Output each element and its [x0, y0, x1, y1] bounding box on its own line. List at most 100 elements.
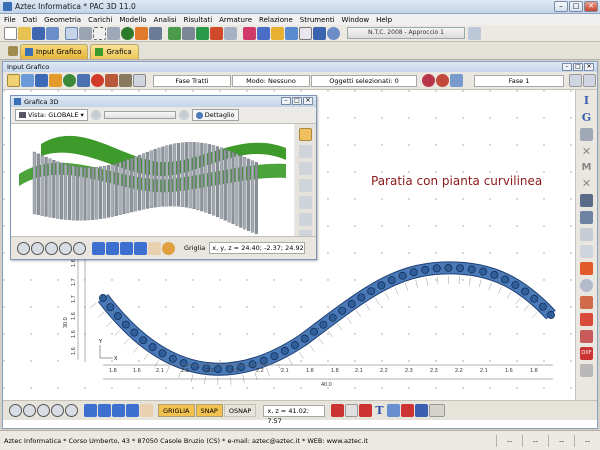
- pile[interactable]: [521, 287, 530, 296]
- m-icon[interactable]: M: [582, 162, 592, 173]
- pile[interactable]: [259, 356, 268, 365]
- pan-up-icon[interactable]: [112, 404, 125, 417]
- open-folder-icon[interactable]: [18, 26, 31, 40]
- pile[interactable]: [214, 365, 222, 374]
- refresh-icon[interactable]: [90, 110, 101, 120]
- rebar-icon[interactable]: [271, 26, 284, 40]
- vista-dropdown[interactable]: Vista: GLOBALE ▾: [15, 109, 88, 121]
- g3d-maximize-button[interactable]: □: [292, 97, 302, 105]
- menu-risultati[interactable]: Risultati: [184, 16, 213, 24]
- report-icon[interactable]: [299, 26, 312, 40]
- menu-file[interactable]: File: [4, 16, 16, 24]
- dxf-export-icon[interactable]: [331, 404, 345, 417]
- segment-icon[interactable]: [105, 74, 118, 87]
- pile[interactable]: [106, 303, 115, 312]
- tab-menu-icon[interactable]: [8, 46, 18, 56]
- pile[interactable]: [347, 300, 356, 308]
- ntc-selector[interactable]: N.T.C. 2008 - Approccio 1: [347, 27, 465, 39]
- pile[interactable]: [501, 275, 510, 284]
- pile[interactable]: [456, 264, 465, 273]
- pile[interactable]: [168, 354, 177, 363]
- g3d-close-button[interactable]: ✕: [303, 97, 313, 105]
- pan-right-icon[interactable]: [98, 404, 111, 417]
- pile[interactable]: [280, 347, 289, 355]
- pile[interactable]: [387, 276, 396, 285]
- load-icon[interactable]: [168, 26, 181, 40]
- play-icon[interactable]: [178, 110, 189, 120]
- layer-icon[interactable]: [49, 74, 62, 87]
- menu-dati[interactable]: Dati: [23, 16, 37, 24]
- menu-relazione[interactable]: Relazione: [259, 16, 293, 24]
- pile[interactable]: [113, 312, 122, 320]
- menu-analisi[interactable]: Analisi: [154, 16, 177, 24]
- new-file-icon[interactable]: [4, 26, 17, 40]
- point-icon[interactable]: [91, 74, 104, 87]
- griglia-toggle[interactable]: GRIGLIA: [158, 404, 195, 417]
- g3d-orbit-icon[interactable]: [162, 241, 175, 255]
- sheet-view-icon[interactable]: [414, 404, 428, 417]
- g3d-zoom-extents-icon[interactable]: [73, 241, 86, 255]
- ab-icon[interactable]: [345, 404, 359, 417]
- more-icon[interactable]: [428, 404, 445, 417]
- menu-strumenti[interactable]: Strumenti: [300, 16, 335, 24]
- help-icon[interactable]: [327, 26, 340, 40]
- pile[interactable]: [530, 294, 539, 303]
- g3d-pan-up-icon[interactable]: [120, 241, 133, 255]
- dxf2-icon[interactable]: [400, 404, 414, 417]
- pile[interactable]: [467, 265, 476, 274]
- menu-window[interactable]: Window: [342, 16, 370, 24]
- gear-icon[interactable]: [580, 279, 593, 292]
- delete2-icon[interactable]: ✕: [580, 177, 593, 190]
- dotted-grid-icon[interactable]: [93, 26, 106, 40]
- maximize-button[interactable]: □: [569, 1, 583, 12]
- g3d-zoom-out-icon[interactable]: [31, 241, 44, 255]
- copy-icon[interactable]: [580, 296, 593, 309]
- table-icon[interactable]: [149, 26, 162, 40]
- g-icon[interactable]: G: [582, 111, 591, 124]
- shear-icon[interactable]: [257, 26, 270, 40]
- pile[interactable]: [338, 306, 347, 315]
- g3d-zoom-window-icon[interactable]: [45, 241, 58, 255]
- pile[interactable]: [310, 327, 319, 336]
- sheet-icon[interactable]: [313, 26, 326, 40]
- analysis-icon[interactable]: [196, 26, 209, 40]
- arrow-down-icon[interactable]: [450, 74, 463, 87]
- pile[interactable]: [99, 294, 107, 302]
- minimize-button[interactable]: –: [554, 1, 568, 12]
- pile[interactable]: [479, 267, 488, 276]
- hand-icon[interactable]: [140, 404, 153, 417]
- moments-icon[interactable]: [243, 26, 256, 40]
- pile[interactable]: [148, 343, 157, 352]
- export-icon[interactable]: [46, 26, 59, 40]
- pile[interactable]: [377, 281, 386, 290]
- grafica-3d-viewport[interactable]: [11, 124, 294, 236]
- pile[interactable]: [179, 359, 188, 368]
- zoom-window-icon[interactable]: [37, 404, 50, 417]
- layers-icon[interactable]: [135, 26, 148, 40]
- g3d-minimize-button[interactable]: –: [281, 97, 291, 105]
- draw-line-icon[interactable]: [21, 74, 34, 87]
- help-red-icon[interactable]: [422, 74, 435, 87]
- zoom-in-icon[interactable]: [9, 404, 22, 417]
- measure-icon[interactable]: [580, 228, 593, 241]
- results-icon[interactable]: [210, 26, 223, 40]
- ig-close-button[interactable]: ✕: [584, 63, 594, 71]
- pile[interactable]: [319, 320, 328, 329]
- menu-geometria[interactable]: Geometria: [44, 16, 81, 24]
- view-front-icon[interactable]: [299, 145, 312, 158]
- context-help-icon[interactable]: [436, 74, 449, 87]
- g3d-pan-right-icon[interactable]: [106, 241, 119, 255]
- text-tool-icon[interactable]: T: [375, 404, 383, 417]
- pencil-icon[interactable]: [35, 74, 48, 87]
- list-icon[interactable]: [580, 211, 593, 224]
- pile[interactable]: [139, 336, 148, 345]
- soil-icon[interactable]: [119, 74, 132, 87]
- view-side-icon[interactable]: [299, 162, 312, 175]
- g3d-pan-left-icon[interactable]: [92, 241, 105, 255]
- view-iso-icon[interactable]: [299, 179, 312, 192]
- pile[interactable]: [237, 363, 246, 372]
- pile[interactable]: [328, 313, 337, 322]
- pile[interactable]: [490, 271, 499, 279]
- pan-left-icon[interactable]: [84, 404, 97, 417]
- delete-icon[interactable]: ✕: [580, 145, 593, 158]
